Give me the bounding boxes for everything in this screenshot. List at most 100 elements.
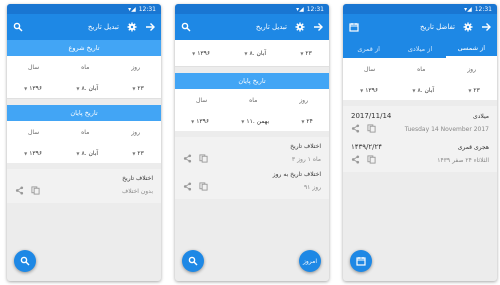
hijri-short-date: ۱۴۳۹/۲/۲۴ xyxy=(351,143,383,151)
end-day-select[interactable]: ▼ ۲۴ xyxy=(301,118,313,125)
status-time: 12:31 xyxy=(138,5,156,13)
year-select[interactable]: ▼ ۱۳۹۶ xyxy=(360,87,378,94)
calendar-fab[interactable] xyxy=(350,250,372,272)
status-time: 12:31 xyxy=(474,5,492,13)
status-time: 12:31 xyxy=(306,5,324,13)
date-column-labels: سال ماه روز xyxy=(7,56,161,78)
start-date-pickers: ▼ ۱۳۹۶ ▼ ۸. آبان ▼ ۲۳ xyxy=(7,78,161,98)
phone-screen-difference: ▾◢ 12:31 تبدیل تاریخ ▼ ۱۳۹۶ ▼ ۸. آبان ▼ ۲۳ … xyxy=(175,4,329,281)
gear-icon[interactable] xyxy=(127,22,137,32)
gear-icon[interactable] xyxy=(295,22,305,32)
date-column-labels: سال ماه روز xyxy=(7,121,161,143)
calculate-fab[interactable] xyxy=(182,250,204,272)
col-year-label: سال xyxy=(27,63,40,71)
app-bar: تبدیل تاریخ xyxy=(175,14,329,40)
end-month-select[interactable]: ▼ ۸. آبان xyxy=(76,150,98,157)
diff-title: اختلاف تاریخ xyxy=(122,175,153,182)
signal-icon: ▾◢ xyxy=(296,5,304,13)
app-bar: تبدیل تاریخ xyxy=(7,14,161,40)
col-day-label: روز xyxy=(131,128,140,136)
phone-screen-converter: ▾◢ 12:31 تفاضل تاریخ از قمری از میلادی ا… xyxy=(343,4,497,281)
hijri-label: هجری قمری xyxy=(457,143,489,151)
app-bar: تفاضل تاریخ xyxy=(343,14,497,40)
calendar-tabs: از قمری از میلادی از شمسی xyxy=(343,40,497,58)
col-month-label: ماه xyxy=(417,65,426,73)
col-month-label: ماه xyxy=(81,63,90,71)
gear-icon[interactable] xyxy=(463,22,473,32)
diff-days-value: ۹۱ روز xyxy=(303,184,321,191)
start-year-select[interactable]: ▼ ۱۳۹۶ xyxy=(24,85,42,92)
col-month-label: ماه xyxy=(249,96,258,104)
share-icon[interactable] xyxy=(183,154,192,165)
col-day-label: روز xyxy=(467,65,476,73)
start-date-header: تاریخ شروع xyxy=(7,40,161,56)
tab-gregorian[interactable]: از میلادی xyxy=(394,40,445,58)
arrow-forward-icon[interactable] xyxy=(145,22,155,32)
copy-icon[interactable] xyxy=(31,186,40,197)
search-calendar-icon[interactable] xyxy=(13,22,23,32)
end-date-pickers: ▼ ۱۳۹۶ ▼ ۸. آبان ▼ ۲۳ xyxy=(7,143,161,163)
date-difference-card: اختلاف تاریخ ۳ ماه ۱ روز اختلاف تاریخ به… xyxy=(175,137,329,199)
signal-icon: ▾◢ xyxy=(128,5,136,13)
copy-icon[interactable] xyxy=(199,182,208,193)
col-day-label: روز xyxy=(299,96,308,104)
phone-screen-convert: ▾◢ 12:31 تبدیل تاریخ تاریخ شروع سال ماه … xyxy=(7,4,161,281)
col-month-label: ماه xyxy=(81,128,90,136)
share-icon[interactable] xyxy=(351,124,360,135)
end-year-select[interactable]: ▼ ۱۳۹۶ xyxy=(24,150,42,157)
arrow-forward-icon[interactable] xyxy=(313,22,323,32)
status-bar: ▾◢ 12:31 xyxy=(7,4,161,14)
end-year-select[interactable]: ▼ ۱۳۹۶ xyxy=(191,118,209,125)
diff-value: ۳ ماه ۱ روز xyxy=(291,156,321,163)
today-fab[interactable]: امروز xyxy=(299,250,321,272)
start-day-select[interactable]: ▼ ۲۳ xyxy=(300,50,312,57)
hijri-long-date: الثلاثاء ۲۴ صفر ۱۴۳۹ xyxy=(437,157,489,164)
tab-hijri[interactable]: از قمری xyxy=(343,40,394,58)
share-icon[interactable] xyxy=(183,182,192,193)
app-title: تبدیل تاریخ xyxy=(87,23,119,31)
gregorian-result-card: 2017/11/14 میلادی Tuesday 14 November 20… xyxy=(343,106,497,172)
start-date-pickers: ▼ ۱۳۹۶ ▼ ۸. آبان ▼ ۲۳ xyxy=(175,40,329,66)
divider xyxy=(175,66,329,67)
end-date-pickers: ▼ ۱۳۹۶ ▼ ۱۱. بهمن ▼ ۲۴ xyxy=(175,111,329,131)
end-day-select[interactable]: ▼ ۲۳ xyxy=(132,150,144,157)
start-year-select[interactable]: ▼ ۱۳۹۶ xyxy=(192,50,210,57)
search-calendar-icon[interactable] xyxy=(181,22,191,32)
share-icon[interactable] xyxy=(351,155,360,166)
end-date-header: تاریخ پایان xyxy=(7,105,161,121)
date-column-labels: سال ماه روز xyxy=(343,58,497,80)
calendar-icon[interactable] xyxy=(349,22,359,32)
diff-value: بدون اختلاف xyxy=(121,188,153,195)
app-title: تبدیل تاریخ xyxy=(255,23,287,31)
col-day-label: روز xyxy=(131,63,140,71)
arrow-forward-icon[interactable] xyxy=(481,22,491,32)
diff-title: اختلاف تاریخ xyxy=(290,143,321,150)
app-title: تفاضل تاریخ xyxy=(419,23,455,31)
date-pickers: ▼ ۱۳۹۶ ▼ ۸. آبان ▼ ۲۳ xyxy=(343,80,497,100)
start-month-select[interactable]: ▼ ۸. آبان xyxy=(76,85,98,92)
copy-icon[interactable] xyxy=(367,155,376,166)
col-year-label: سال xyxy=(195,96,208,104)
status-bar: ▾◢ 12:31 xyxy=(175,4,329,14)
gregorian-long-date: Tuesday 14 November 2017 xyxy=(404,126,489,133)
tab-shamsi[interactable]: از شمسی xyxy=(445,40,497,58)
col-year-label: سال xyxy=(27,128,40,136)
day-select[interactable]: ▼ ۲۳ xyxy=(468,87,480,94)
end-date-header: تاریخ پایان xyxy=(175,73,329,89)
date-column-labels: سال ماه روز xyxy=(175,89,329,111)
divider xyxy=(7,98,161,99)
copy-icon[interactable] xyxy=(367,124,376,135)
signal-icon: ▾◢ xyxy=(464,5,472,13)
date-difference-card: اختلاف تاریخ بدون اختلاف xyxy=(7,169,161,203)
calculate-fab[interactable] xyxy=(14,250,36,272)
diff-days-title: اختلاف تاریخ به روز xyxy=(272,171,321,178)
start-month-select[interactable]: ▼ ۸. آبان xyxy=(244,50,266,57)
gregorian-short-date: 2017/11/14 xyxy=(351,112,392,120)
start-day-select[interactable]: ▼ ۲۳ xyxy=(132,85,144,92)
gregorian-label: میلادی xyxy=(473,112,489,120)
month-select[interactable]: ▼ ۸. آبان xyxy=(412,87,434,94)
end-month-select[interactable]: ▼ ۱۱. بهمن xyxy=(241,118,269,125)
copy-icon[interactable] xyxy=(199,154,208,165)
col-year-label: سال xyxy=(363,65,376,73)
share-icon[interactable] xyxy=(15,186,24,197)
